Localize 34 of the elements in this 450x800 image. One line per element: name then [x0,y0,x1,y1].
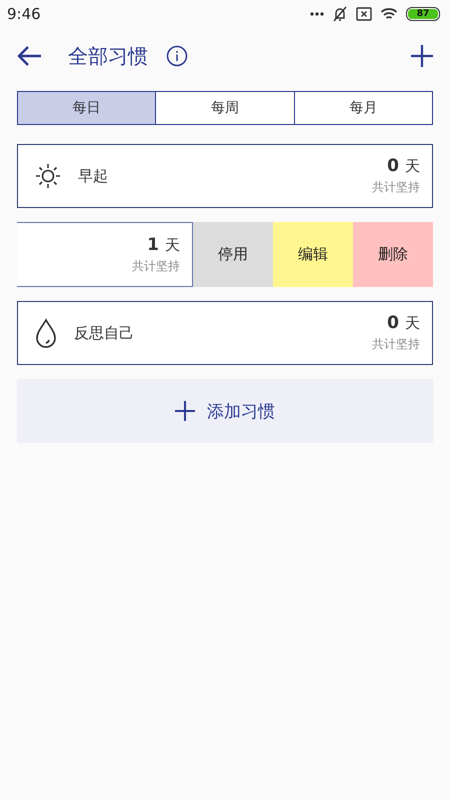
total-caption: 共计坚持 [372,179,420,196]
back-button[interactable] [16,45,42,67]
add-icon-button[interactable] [410,44,434,68]
day-unit: 天 [405,314,420,333]
swipe-action-button[interactable]: 删除 [353,222,433,287]
period-tab[interactable]: 每日 [18,92,156,124]
more-dots-icon [310,12,324,16]
period-tab[interactable]: 每月 [294,92,432,124]
habit-card[interactable]: 反思自己 0 天 共计坚持 [17,301,433,365]
habit-name: 反思自己 [74,324,134,342]
status-time: 9:46 [7,5,41,23]
battery-indicator: 87 [406,7,440,21]
swipe-action-button[interactable]: 编辑 [273,222,353,287]
bell-off-icon [332,6,348,22]
info-button[interactable] [166,45,188,67]
habit-card[interactable]: 1 天 共计坚持 [17,222,193,287]
day-unit: 天 [165,236,180,254]
total-caption: 共计坚持 [132,258,180,274]
habit-name: 早起 [78,166,108,186]
sim-x-icon [356,7,372,21]
swipe-action-button[interactable]: 停用 [193,222,273,287]
plus-icon [175,401,195,421]
total-caption: 共计坚持 [372,336,420,353]
water-drop-icon [34,318,58,348]
wifi-icon [380,7,398,21]
period-tab[interactable]: 每周 [155,92,294,124]
habit-card[interactable]: 早起 0 天 共计坚持 [17,144,433,208]
sun-icon [34,162,62,190]
day-unit: 天 [405,157,420,176]
day-count: 0 [387,313,399,333]
add-habit-button[interactable]: 添加习惯 [17,379,433,443]
day-count: 0 [387,156,399,176]
day-count: 1 [147,234,159,254]
page-title: 全部习惯 [68,42,148,70]
